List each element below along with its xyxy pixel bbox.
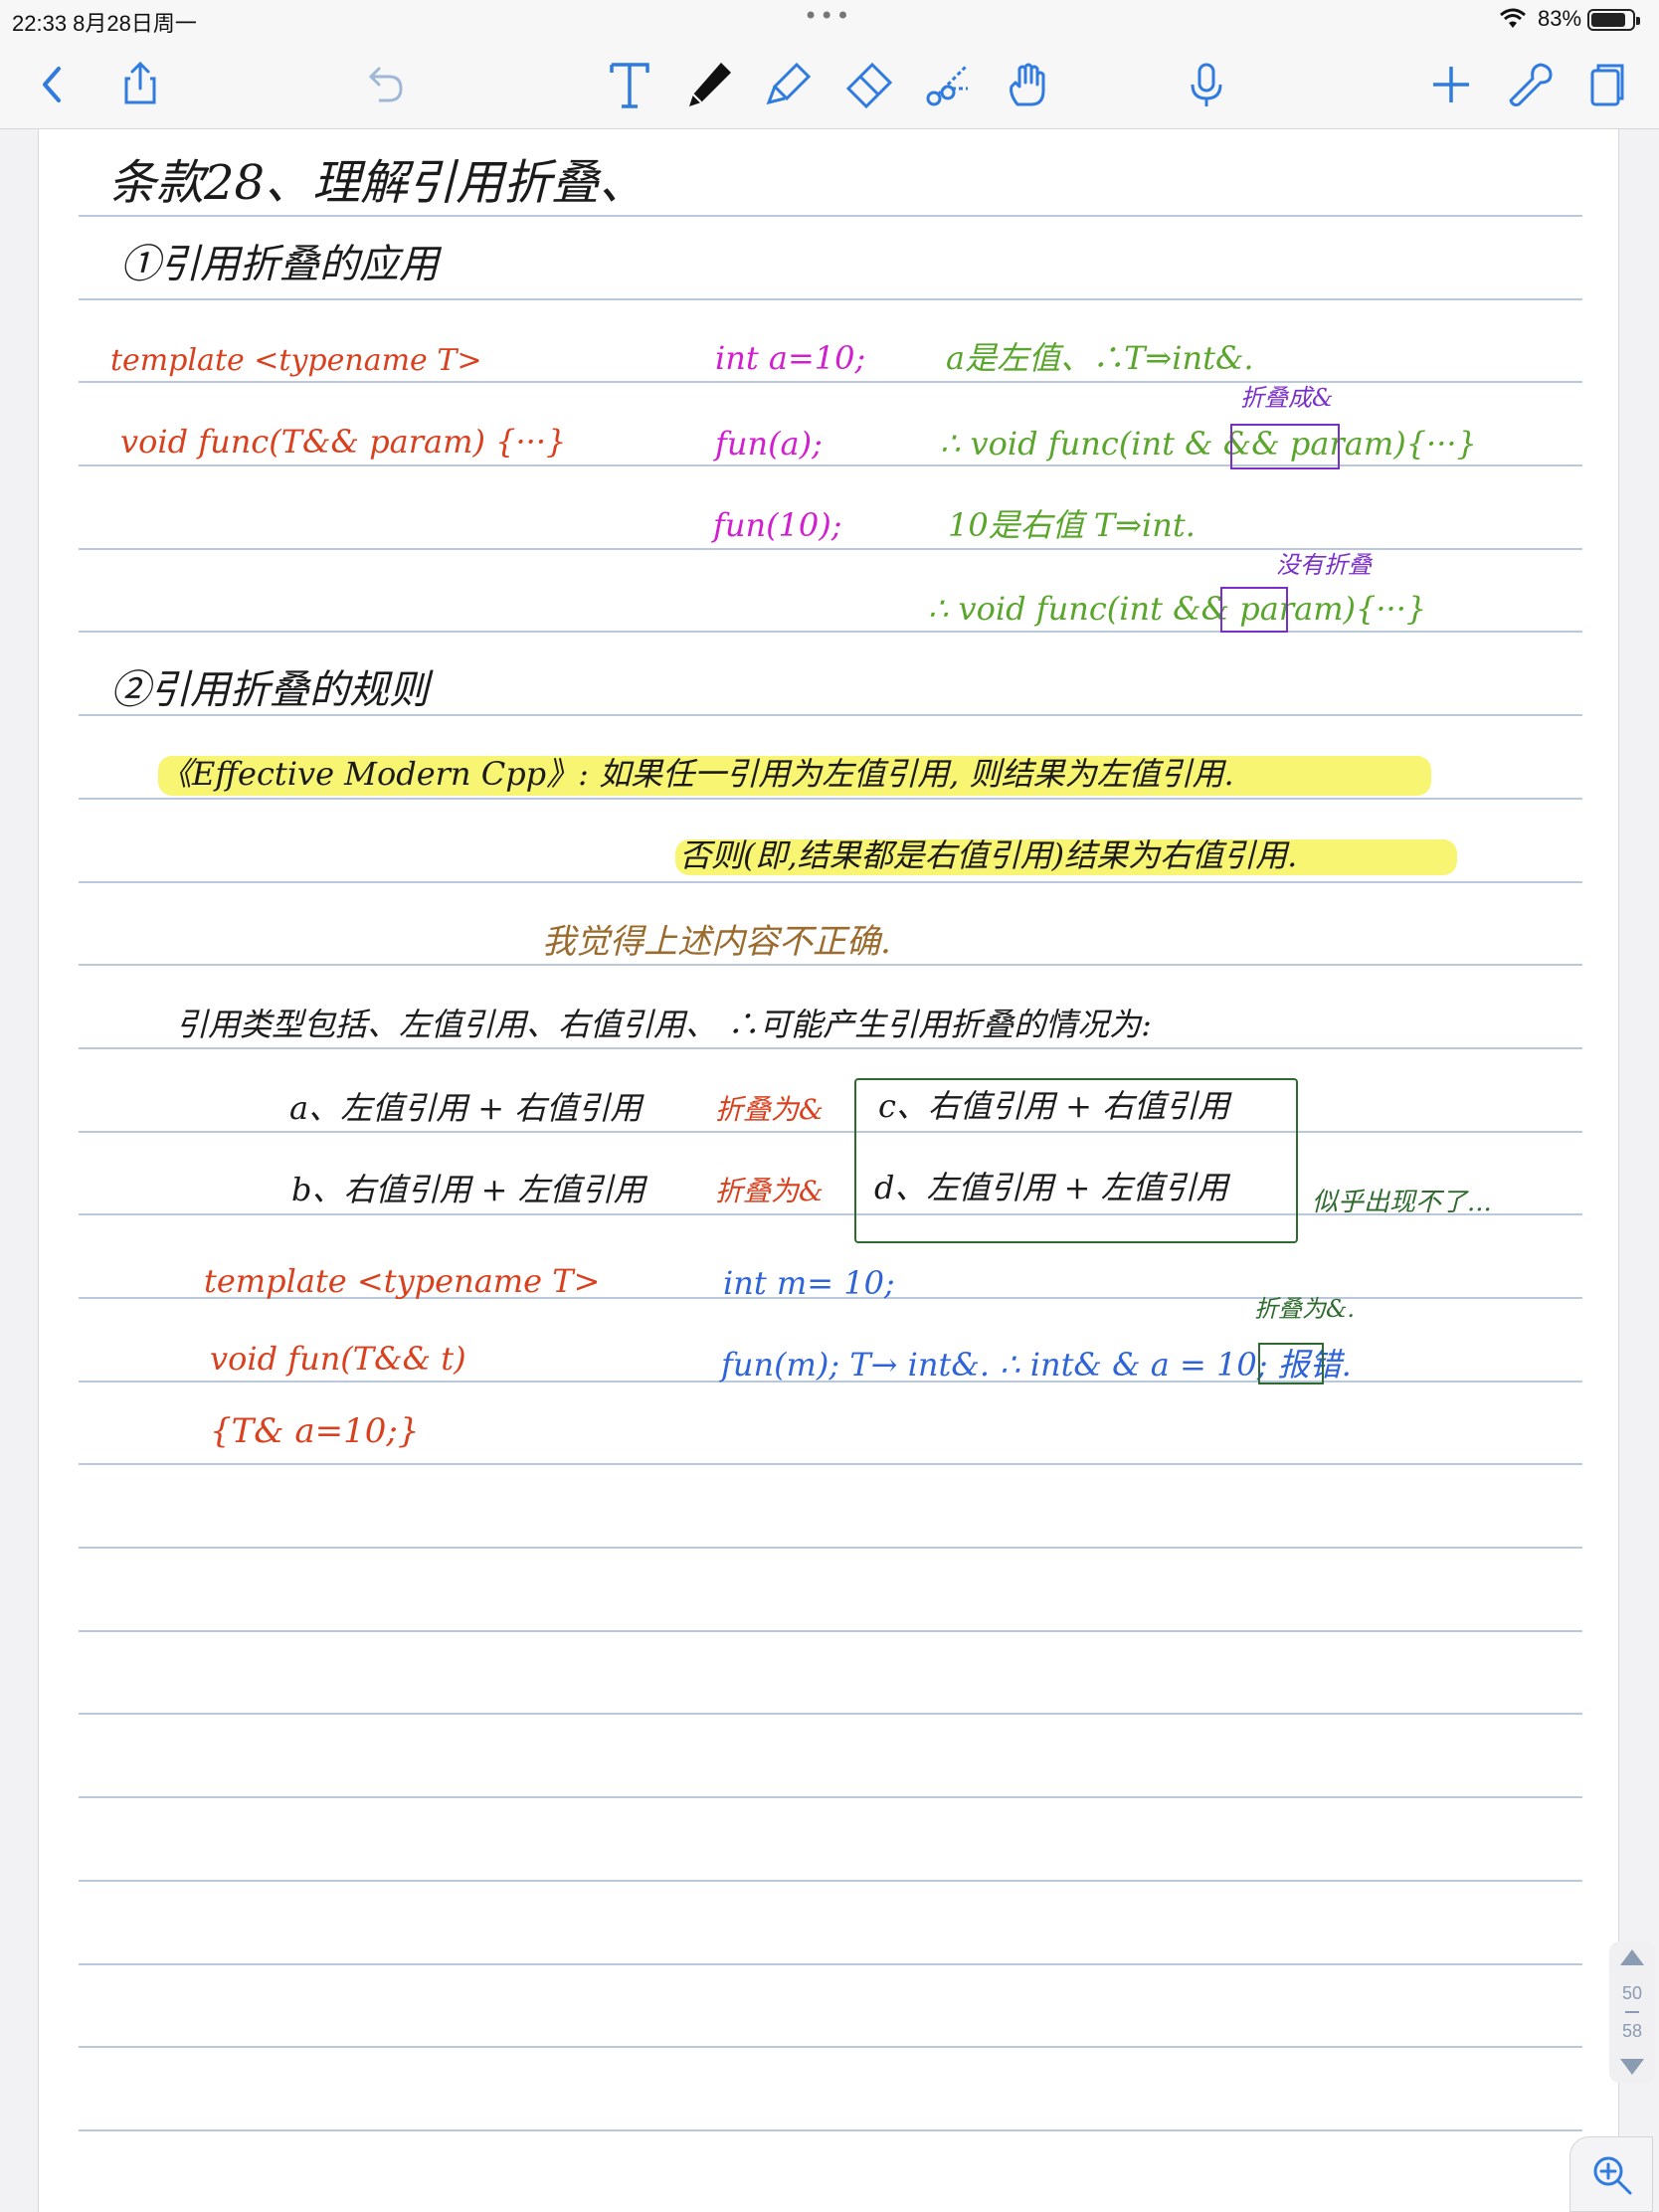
ruled-line [79,1463,1582,1465]
microphone-icon[interactable] [1176,54,1237,115]
pen-icon[interactable] [678,54,740,115]
current-page-number: 50 [1621,1983,1643,2003]
ruled-line [79,464,1582,466]
annotation-box [1230,424,1340,469]
example-code: int a=10; [715,339,866,377]
page-navigator[interactable]: 50 58 [1609,1941,1655,2083]
lasso-icon[interactable] [917,54,979,115]
ruled-line [79,1630,1582,1632]
status-time-date: 22:33 8月28日周一 [12,11,197,36]
example-note: a是左值、∴T⇒int&. [946,339,1254,377]
ruled-line [79,1713,1582,1715]
eraser-icon[interactable] [837,54,899,115]
status-bar: 22:33 8月28日周一 ••• 83% [0,0,1659,40]
toolbar [0,40,1659,129]
undo-icon[interactable] [354,54,416,115]
ruled-line [79,2129,1582,2131]
annotation-box [1220,587,1288,633]
total-page-number: 58 [1621,2021,1643,2041]
settings-icon[interactable] [1500,54,1562,115]
multitasking-dots[interactable]: ••• [804,2,851,30]
note-title: 条款28、理解引用折叠、 [108,155,647,211]
hand-icon[interactable] [997,54,1058,115]
ruled-line [79,964,1582,966]
note-page[interactable]: 条款28、理解引用折叠、 ①引用折叠的应用 template <typename… [38,129,1619,2212]
ruled-line [79,881,1582,883]
annotation-label: 没有折叠 [1276,551,1372,579]
rule-text: 否则(即,结果都是右值引用)结果为右值引用. [679,836,1298,874]
ruled-line [79,548,1582,550]
case-c: c、右值引用 + 右值引用 [878,1087,1230,1125]
template-code-line: template <typename T> [204,1262,601,1300]
previous-page-icon[interactable] [1620,1949,1644,1965]
ruled-line [79,1131,1582,1133]
share-icon[interactable] [109,54,171,115]
next-page-icon[interactable] [1620,2059,1644,2075]
back-icon[interactable] [22,54,84,115]
template-code-line: void func(T&& param) {···} [120,423,567,461]
reference-types-text: 引用类型包括、左值引用、右值引用、 ∴可能产生引用折叠的情况为: [176,1006,1152,1043]
pages-icon[interactable] [1575,54,1637,115]
example-code: int m= 10; [723,1264,895,1302]
example-code: fun(a); [715,425,823,462]
page-number-divider [1625,2011,1639,2013]
annotation-box [1258,1343,1324,1384]
annotation-label: 折叠为&. [1254,1295,1355,1323]
ruled-line [79,631,1582,633]
template-code-line: void fun(T&& t) [210,1340,466,1378]
example-result: ∴ void func(int && param){···} [928,590,1427,628]
wifi-icon [1500,8,1526,28]
ruled-line [79,215,1582,217]
example-note: 10是右值 T⇒int. [948,506,1196,544]
add-page-icon[interactable] [1420,54,1482,115]
case-d: d、左值引用 + 左值引用 [874,1169,1228,1206]
case-b-tag: 折叠为& [715,1175,824,1207]
rule-text: 《Effective Modern Cpp》: 如果任一引用为左值引用, 则结果… [160,755,1234,793]
ruled-line [79,1796,1582,1798]
annotation-label: 折叠成& [1240,384,1334,412]
ruled-line [79,1547,1582,1549]
battery-icon [1587,9,1640,31]
case-b: b、右值引用 + 左值引用 [291,1171,645,1208]
cases-note: 似乎出现不了... [1312,1188,1492,1217]
template-code-line: template <typename T> [110,343,482,378]
example-code: fun(10); [713,506,842,544]
ruled-line [79,798,1582,800]
comment-text: 我觉得上述内容不正确. [542,922,891,962]
ruled-line [79,714,1582,716]
ruled-line [79,2046,1582,2048]
example-result: ∴ void func(int & && param){···} [940,425,1477,462]
example-code: fun(m); T→ int&. ∴ int& & a = 10; 报错. [721,1346,1352,1383]
ruled-line [79,381,1582,383]
text-tool-icon[interactable] [599,54,660,115]
case-a: a、左值引用 + 右值引用 [289,1089,643,1127]
ruled-line [79,1963,1582,1965]
ruled-line [79,298,1582,300]
zoom-in-icon [1593,2156,1632,2195]
section-heading-1: ①引用折叠的应用 [120,242,439,287]
ruled-line [79,1047,1582,1049]
template-code-line: {T& a=10;} [210,1411,420,1451]
zoom-button[interactable] [1569,2136,1653,2212]
battery-percent: 83% [1538,6,1582,31]
highlighter-icon[interactable] [758,54,820,115]
ruled-line [79,1880,1582,1882]
case-a-tag: 折叠为& [715,1093,824,1126]
section-heading-2: ②引用折叠的规则 [110,667,429,713]
